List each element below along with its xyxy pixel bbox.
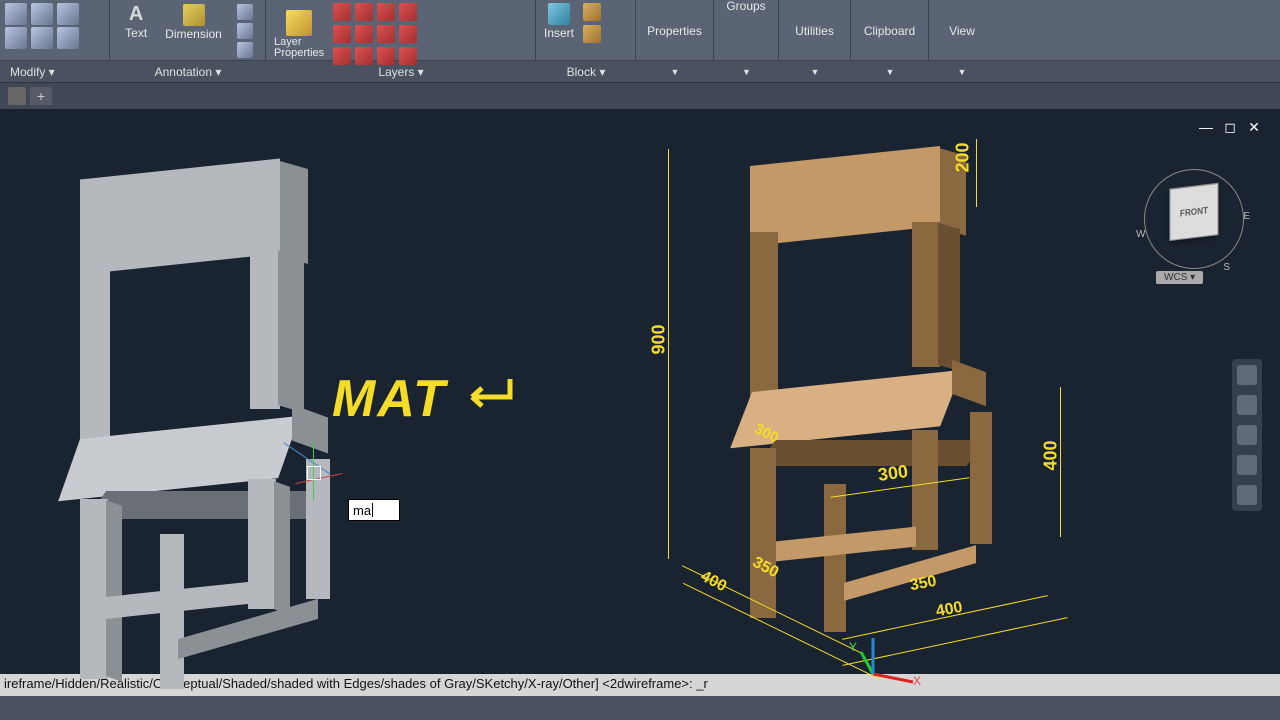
modify-icon-3[interactable] — [57, 3, 79, 25]
annotation-group: A Text Dimension — [110, 0, 266, 60]
anno-small-3[interactable] — [237, 42, 253, 58]
nav-showmotion-icon[interactable] — [1237, 485, 1257, 505]
layer-ico-3[interactable] — [377, 3, 395, 21]
modify-icon-6[interactable] — [57, 27, 79, 49]
layerprops-icon — [286, 10, 312, 36]
layer-ico-8[interactable] — [399, 25, 417, 43]
block-panel-tab[interactable]: Block ▾ — [536, 63, 636, 81]
nav-pan-icon[interactable] — [1237, 395, 1257, 415]
view-panel-tab[interactable]: ▼ — [929, 65, 995, 79]
utilities-label: Utilities — [795, 23, 834, 39]
insert-button[interactable]: Insert — [540, 2, 578, 44]
navigation-bar — [1232, 359, 1262, 511]
utilities-group[interactable]: Utilities — [779, 0, 851, 60]
modify-icon-1[interactable] — [5, 3, 27, 25]
nav-orbit-icon[interactable] — [1237, 455, 1257, 475]
modify-icon-4[interactable] — [5, 27, 27, 49]
anno-small-2[interactable] — [237, 23, 253, 39]
block-small-1[interactable] — [583, 3, 601, 21]
insert-label: Insert — [544, 26, 574, 40]
layers-group: Layer Properties — [266, 0, 536, 60]
chair-wood-model[interactable] — [690, 144, 1060, 654]
close-button[interactable]: ✕ — [1246, 119, 1262, 136]
view-label: View — [949, 23, 975, 39]
clipboard-panel-tab[interactable]: ▼ — [851, 65, 929, 79]
compass-s: S — [1223, 262, 1230, 273]
modify-panel-label: Modify ▾ — [10, 65, 55, 79]
properties-group[interactable]: Properties — [636, 0, 714, 60]
layerprops-label: Layer Properties — [274, 37, 324, 59]
modify-icon-2[interactable] — [31, 3, 53, 25]
insert-icon — [548, 3, 570, 25]
block-small-2[interactable] — [583, 25, 601, 43]
dimension-label: Dimension — [165, 27, 222, 41]
modify-panel-tab[interactable]: Modify ▾ — [0, 63, 110, 81]
layer-ico-6[interactable] — [355, 25, 373, 43]
minimize-button[interactable]: — — [1198, 119, 1214, 136]
dim-900: 900 — [649, 324, 670, 354]
view-group[interactable]: View — [929, 0, 995, 60]
anno-small-1[interactable] — [237, 4, 253, 20]
layer-ico-1[interactable] — [333, 3, 351, 21]
utilities-panel-tab[interactable]: ▼ — [779, 65, 851, 79]
viewcube-cube[interactable]: FRONT — [1170, 183, 1219, 241]
block-group: Insert — [536, 0, 636, 60]
annotation-panel-tab[interactable]: Annotation ▾ — [110, 63, 266, 81]
layer-ico-7[interactable] — [377, 25, 395, 43]
layer-ico-2[interactable] — [355, 3, 373, 21]
wcs-button[interactable]: WCS ▾ — [1156, 271, 1203, 284]
home-tab[interactable] — [8, 87, 26, 105]
dimension-icon — [183, 4, 205, 26]
document-tab-bar: + — [0, 83, 1280, 109]
ucs-icon: X Y — [855, 634, 925, 696]
layer-properties-button[interactable]: Layer Properties — [270, 9, 328, 59]
viewport-window-controls: — ◻ ✕ — [1198, 119, 1262, 136]
layers-panel-tab[interactable]: Layers ▾ — [266, 63, 536, 81]
groups-panel-tab[interactable]: ▼ — [714, 65, 779, 79]
properties-panel-tab[interactable]: ▼ — [636, 65, 714, 79]
chair-grey-model[interactable] — [60, 159, 340, 689]
enter-key-icon — [462, 375, 518, 420]
new-tab-button[interactable]: + — [30, 87, 52, 105]
text-label: Text — [125, 26, 147, 40]
viewcube-front-face[interactable]: FRONT — [1170, 183, 1219, 241]
groups-group[interactable]: Groups — [714, 0, 779, 60]
dim-200: 200 — [953, 142, 974, 172]
ribbon: A Text Dimension Layer Properties — [0, 0, 1280, 61]
nav-zoom-icon[interactable] — [1237, 425, 1257, 445]
dynamic-input[interactable]: ma — [348, 499, 400, 521]
compass-w: W — [1136, 229, 1145, 240]
dim-300-seat: 300 — [877, 461, 910, 486]
panel-bar: Modify ▾ Annotation ▾ Layers ▾ Block ▾ ▼… — [0, 61, 1280, 83]
layers-panel-label: Layers ▾ — [378, 65, 423, 79]
viewcube[interactable]: FRONT E S W WCS ▾ — [1144, 169, 1244, 269]
block-panel-label: Block ▾ — [567, 65, 606, 79]
drawing-canvas[interactable]: — ◻ ✕ FRONT E S W WCS ▾ — [0, 109, 1280, 696]
modify-group — [0, 0, 110, 60]
dimension-button[interactable]: Dimension — [161, 3, 226, 59]
layer-ico-4[interactable] — [399, 3, 417, 21]
dim-400-right: 400 — [1041, 440, 1062, 470]
groups-label: Groups — [726, 0, 765, 14]
mat-annotation: MAT — [332, 369, 447, 429]
clipboard-group[interactable]: Clipboard — [851, 0, 929, 60]
ucs-x: X — [913, 674, 921, 688]
modify-icon-5[interactable] — [31, 27, 53, 49]
maximize-button[interactable]: ◻ — [1222, 119, 1238, 136]
wcs-label: WCS — [1164, 272, 1187, 283]
text-button[interactable]: A Text — [121, 3, 151, 59]
nav-full-icon[interactable] — [1237, 365, 1257, 385]
clipboard-label: Clipboard — [864, 23, 915, 39]
compass-e: E — [1243, 211, 1250, 222]
layer-ico-5[interactable] — [333, 25, 351, 43]
ucs-y: Y — [849, 640, 857, 654]
properties-label: Properties — [647, 23, 702, 39]
annotation-panel-label: Annotation ▾ — [155, 65, 222, 79]
dynamic-input-value: ma — [353, 503, 371, 518]
